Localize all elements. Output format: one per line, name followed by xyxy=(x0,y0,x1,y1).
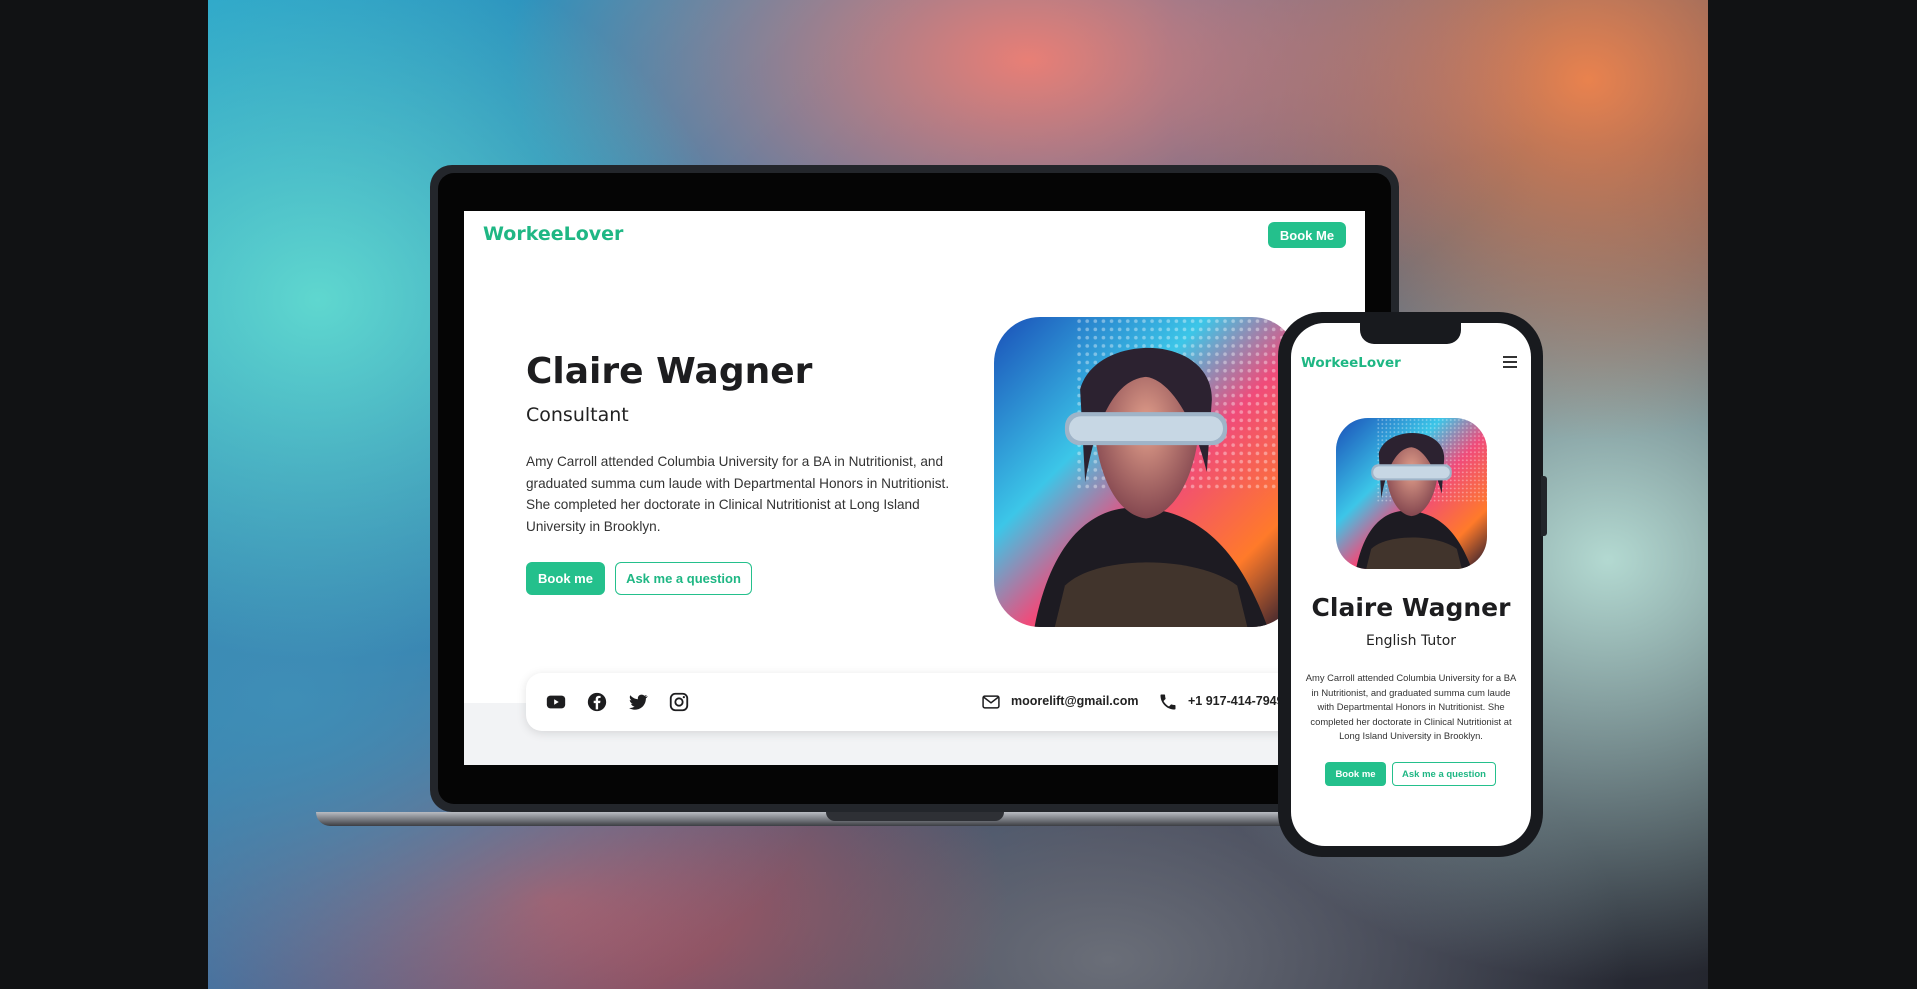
contact-email[interactable]: moorelift@gmail.com xyxy=(1011,694,1138,708)
mobile-profile-bio: Amy Carroll attended Columbia University… xyxy=(1305,672,1517,742)
mobile-book-me-button[interactable]: Book me xyxy=(1325,762,1386,786)
phone-notch xyxy=(1360,320,1461,344)
profile-bio: Amy Carroll attended Columbia University… xyxy=(526,454,950,534)
instagram-icon[interactable] xyxy=(668,691,690,713)
right-dark-panel xyxy=(1708,0,1917,989)
header-book-button[interactable]: Book Me xyxy=(1268,222,1346,248)
book-me-button[interactable]: Book me xyxy=(526,562,605,595)
profile-name: Claire Wagner xyxy=(526,351,813,392)
laptop-screen: WorkeeLover Book Me Claire Wagner Consul… xyxy=(464,211,1365,765)
mobile-profile-name: Claire Wagner xyxy=(1311,593,1511,622)
mail-icon xyxy=(981,692,1001,712)
mobile-ask-question-button[interactable]: Ask me a question xyxy=(1392,762,1496,786)
left-dark-panel xyxy=(0,0,208,989)
mobile-profile-role: English Tutor xyxy=(1365,633,1457,649)
twitter-icon[interactable] xyxy=(627,691,649,713)
phone-screen: WorkeeLover Claire Wagner English Tutor … xyxy=(1291,323,1531,846)
hamburger-menu-icon[interactable] xyxy=(1503,356,1517,368)
facebook-icon[interactable] xyxy=(586,691,608,713)
contact-bar: moorelift@gmail.com +1 917-414-7949 xyxy=(526,673,1365,731)
site-header: WorkeeLover Book Me xyxy=(464,211,1365,261)
site-logo[interactable]: WorkeeLover xyxy=(483,223,623,245)
profile-role: Consultant xyxy=(526,404,629,426)
mobile-site-logo[interactable]: WorkeeLover xyxy=(1301,355,1401,371)
profile-photo xyxy=(994,317,1298,627)
laptop-hinge xyxy=(826,812,1004,821)
phone-side-button xyxy=(1541,476,1547,536)
youtube-icon[interactable] xyxy=(545,691,567,713)
ask-question-button[interactable]: Ask me a question xyxy=(615,562,752,595)
contact-phone[interactable]: +1 917-414-7949 xyxy=(1188,694,1284,708)
mobile-profile-photo xyxy=(1336,418,1487,569)
phone-icon xyxy=(1158,692,1178,712)
